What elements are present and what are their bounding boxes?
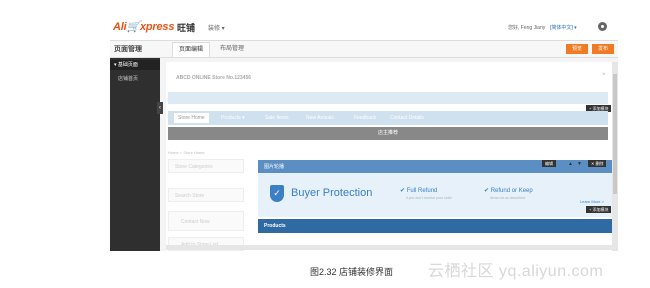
buyer-protection-banner: ✓ Buyer Protection ✔ Full Refund if you … (258, 173, 612, 217)
sidebar-item-store-home[interactable]: 店铺首页 (118, 75, 138, 82)
feature-full-refund: ✔ Full Refund (400, 188, 438, 194)
delete-module-button[interactable]: ✕ 删除 (588, 160, 607, 167)
image-carousel-panel-header: 图片轮播 编辑 ▲ ▼ ✕ 删除 (258, 160, 612, 173)
menu-products[interactable]: Products ▾ (221, 115, 245, 121)
sidebar-collapse-icon[interactable]: ‹ (157, 102, 163, 114)
menu-feedback[interactable]: Feedback (354, 115, 376, 121)
brand-title: 旺铺 (177, 23, 196, 33)
banner-module[interactable]: 店主推荐 (168, 127, 608, 140)
screenshot-frame: Ali🛒xpress 旺铺 装修 ▾ 您好, Feng Jiany [简体中文]… (110, 14, 618, 251)
store-menu-bar: Store Home Products ▾ Sale Items New Arr… (168, 111, 608, 125)
sub-bar: 页面管理 页面编辑 布局管理 预览 发布 (110, 41, 618, 58)
feature-full-refund-sub: if you don't receive your order (406, 196, 452, 200)
aliexpress-logo[interactable]: Ali🛒xpress (113, 20, 174, 33)
logo-cart-icon: 🛒 (126, 21, 140, 33)
move-down-icon[interactable]: ▼ (577, 161, 582, 167)
publish-button[interactable]: 发布 (592, 44, 615, 54)
editor-canvas: ABCD ONLINE Store No.123456 × + 添加模块 Sto… (166, 62, 612, 251)
contact-now-box[interactable]: Contact Now (168, 211, 244, 231)
store-categories-box: Store Categories (168, 159, 244, 173)
sidebar-section-basic-pages[interactable]: ▾ 基础页面 (110, 60, 160, 70)
sidebar: ▾ 基础页面 店铺首页 (110, 58, 160, 251)
store-name: ABCD ONLINE Store No.123456 (176, 75, 252, 81)
menu-store-home[interactable]: Store Home (174, 113, 209, 123)
learn-more-link[interactable]: Learn More > (580, 199, 604, 204)
add-module-button-2[interactable]: + 添加模块 (586, 206, 612, 213)
user-greeting[interactable]: 您好, Feng Jiany (508, 24, 545, 31)
feature-refund-or-keep-sub: items not as described (490, 196, 526, 200)
language-selector[interactable]: [简体中文] ▾ (550, 24, 577, 31)
products-label: Products (264, 223, 286, 229)
buyer-protection-title: Buyer Protection (291, 187, 373, 199)
vertical-scrollbar-thumb[interactable] (613, 74, 617, 194)
tab-page-edit[interactable]: 页面编辑 (172, 42, 211, 57)
tab-layout-management[interactable]: 布局管理 (214, 42, 250, 56)
move-up-icon[interactable]: ▲ (568, 161, 573, 167)
breadcrumb: Home > Store Home (168, 150, 205, 155)
header-module (168, 92, 608, 104)
decorate-dropdown[interactable]: 装修 ▾ (208, 23, 225, 32)
settings-gear-icon[interactable] (598, 22, 607, 31)
menu-contact-details[interactable]: Contact Details (390, 115, 424, 121)
search-store-box[interactable]: Search Store (168, 188, 244, 202)
shield-icon: ✓ (270, 185, 284, 202)
page-management-title: 页面管理 (114, 46, 142, 53)
figure-caption: 图2.32 店铺装修界面 (310, 267, 394, 277)
preview-button[interactable]: 预览 (566, 44, 589, 54)
watermark: 云栖社区 yq.aliyun.com (428, 263, 604, 280)
products-module: Products (258, 219, 612, 233)
menu-new-arrivals[interactable]: New Arrivals (306, 115, 334, 121)
menu-sale-items[interactable]: Sale Items (265, 115, 289, 121)
edit-module-button[interactable]: 编辑 (542, 160, 556, 167)
horizontal-scrollbar[interactable] (166, 245, 612, 250)
panel-title: 图片轮播 (264, 164, 285, 170)
feature-refund-or-keep: ✔ Refund or Keep (484, 188, 533, 194)
close-icon[interactable]: × (602, 72, 606, 78)
top-bar: Ali🛒xpress 旺铺 装修 ▾ 您好, Feng Jiany [简体中文]… (110, 14, 618, 41)
